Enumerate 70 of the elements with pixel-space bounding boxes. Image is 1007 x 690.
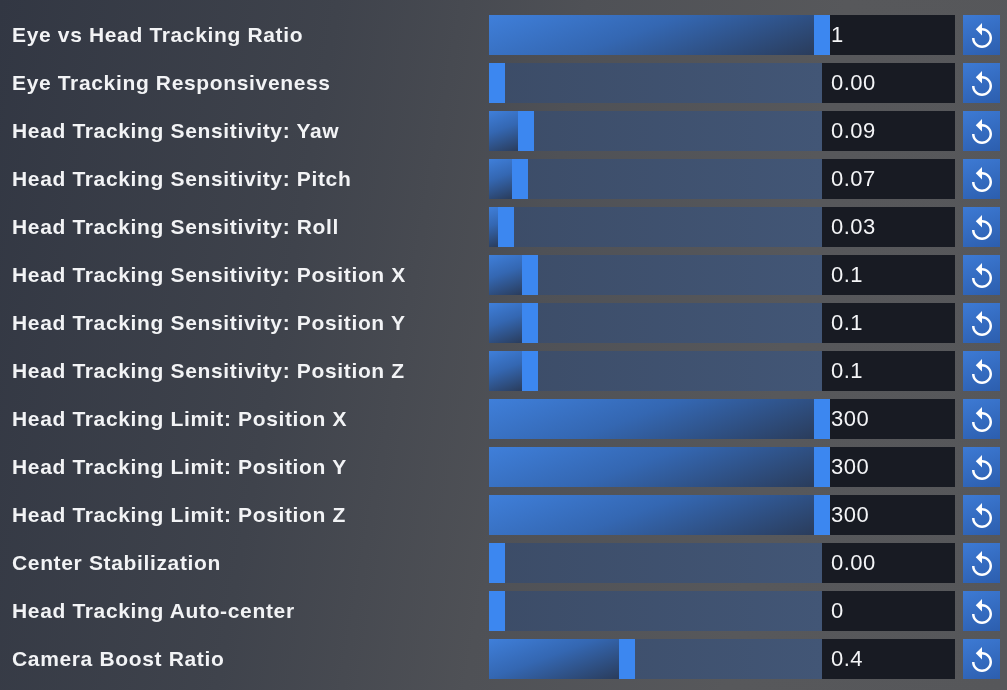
reset-button[interactable]: [963, 399, 1000, 439]
value-field[interactable]: 0.09: [830, 111, 955, 151]
setting-label: Head Tracking Sensitivity: Position Z: [11, 359, 406, 383]
setting-label: Eye vs Head Tracking Ratio: [11, 23, 305, 47]
reset-button[interactable]: [963, 591, 1000, 631]
value-field[interactable]: 0.03: [830, 207, 955, 247]
setting-label: Head Tracking Auto-center: [11, 599, 296, 623]
slider-thumb[interactable]: [512, 159, 528, 199]
reset-button[interactable]: [963, 303, 1000, 343]
reset-icon: [971, 118, 992, 144]
value-field[interactable]: 1: [830, 15, 955, 55]
setting-label: Head Tracking Sensitivity: Pitch: [11, 167, 353, 191]
reset-icon: [971, 406, 992, 432]
reset-button[interactable]: [963, 447, 1000, 487]
setting-label: Head Tracking Limit: Position Z: [11, 503, 348, 527]
value-field[interactable]: 0.1: [830, 303, 955, 343]
setting-label: Head Tracking Limit: Position X: [11, 407, 349, 431]
reset-icon: [971, 70, 992, 96]
reset-icon: [971, 310, 992, 336]
setting-label: Camera Boost Ratio: [11, 647, 226, 671]
reset-icon: [971, 22, 992, 48]
reset-button[interactable]: [963, 543, 1000, 583]
value-field[interactable]: 0.00: [830, 63, 955, 103]
setting-label: Center Stabilization: [11, 551, 223, 575]
reset-icon: [971, 166, 992, 192]
reset-icon: [971, 550, 992, 576]
reset-button[interactable]: [963, 255, 1000, 295]
reset-button[interactable]: [963, 159, 1000, 199]
setting-label: Head Tracking Limit: Position Y: [11, 455, 348, 479]
setting-label: Head Tracking Sensitivity: Roll: [11, 215, 341, 239]
reset-button[interactable]: [963, 111, 1000, 151]
reset-icon: [971, 358, 992, 384]
slider-thumb[interactable]: [522, 303, 538, 343]
slider-thumb[interactable]: [518, 111, 534, 151]
reset-button[interactable]: [963, 207, 1000, 247]
slider-thumb[interactable]: [814, 399, 830, 439]
value-field[interactable]: 0: [830, 591, 955, 631]
value-field[interactable]: 0.07: [830, 159, 955, 199]
slider-thumb[interactable]: [489, 591, 505, 631]
reset-button[interactable]: [963, 15, 1000, 55]
value-field[interactable]: 0.00: [830, 543, 955, 583]
slider-thumb[interactable]: [522, 255, 538, 295]
setting-label: Head Tracking Sensitivity: Yaw: [11, 119, 341, 143]
value-field[interactable]: 300: [830, 495, 955, 535]
setting-label: Eye Tracking Responsiveness: [11, 71, 332, 95]
reset-icon: [971, 646, 992, 672]
setting-label: Head Tracking Sensitivity: Position Y: [11, 311, 407, 335]
value-field[interactable]: 0.1: [830, 351, 955, 391]
reset-icon: [971, 262, 992, 288]
reset-icon: [971, 214, 992, 240]
slider-thumb[interactable]: [522, 351, 538, 391]
slider-thumb[interactable]: [489, 63, 505, 103]
reset-button[interactable]: [963, 495, 1000, 535]
slider-thumb[interactable]: [814, 495, 830, 535]
value-field[interactable]: 300: [830, 399, 955, 439]
setting-label: Head Tracking Sensitivity: Position X: [11, 263, 407, 287]
slider-thumb[interactable]: [489, 543, 505, 583]
slider-thumb[interactable]: [619, 639, 635, 679]
slider-thumb[interactable]: [498, 207, 514, 247]
reset-button[interactable]: [963, 63, 1000, 103]
reset-icon: [971, 454, 992, 480]
reset-button[interactable]: [963, 351, 1000, 391]
slider-thumb[interactable]: [814, 447, 830, 487]
reset-icon: [971, 598, 992, 624]
value-field[interactable]: 0.1: [830, 255, 955, 295]
reset-button[interactable]: [963, 639, 1000, 679]
value-field[interactable]: 0.4: [830, 639, 955, 679]
value-field[interactable]: 300: [830, 447, 955, 487]
slider-thumb[interactable]: [814, 15, 830, 55]
reset-icon: [971, 502, 992, 528]
